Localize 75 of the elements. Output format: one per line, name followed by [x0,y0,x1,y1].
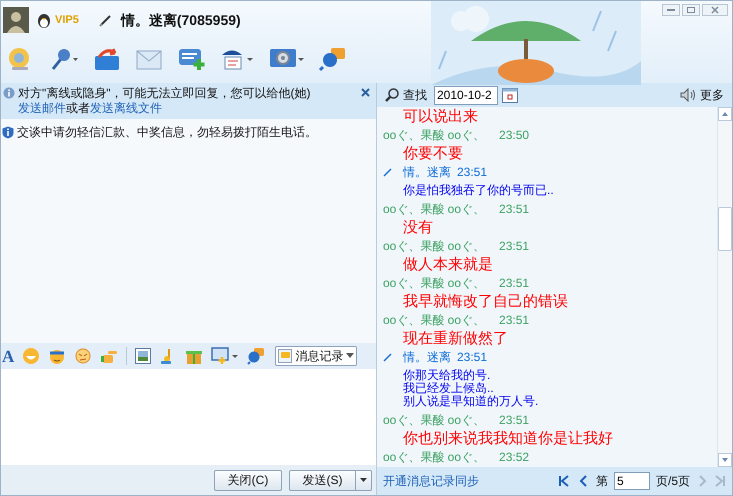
vip-label: VIP5 [55,12,79,28]
message-sender: ooぐ、果酸 ooぐ、 [383,412,486,429]
scroll-up-icon[interactable] [722,112,728,116]
message-text: 你也别来说我我知道你是让我好 [403,429,614,448]
message-text: 你那天给我的号. [403,369,492,382]
scroll-down-icon[interactable] [722,458,728,462]
message-sender: ooぐ、果酸 ooぐ、 [383,238,486,255]
page-number-field[interactable]: 5 [614,472,650,490]
calendar-icon[interactable] [502,87,518,103]
first-page-icon[interactable] [558,475,570,487]
speaker-icon[interactable] [680,88,696,102]
note-icon [278,349,292,363]
message-time: 23:51 [499,312,530,329]
search-label: 查找 [403,87,427,104]
contact-name: 情。迷离(7085959) [120,10,241,30]
message-text: 你是怕我独吞了你的号而已.. [403,184,555,197]
file-transfer-icon[interactable] [93,47,121,71]
message-history-button[interactable]: 消息记录 [275,346,358,366]
search-chat-icon[interactable] [247,347,266,365]
message-time: 23:51 [499,238,530,255]
message-input-field[interactable] [1,369,376,465]
pen-icon [98,13,113,27]
message-time: 23:50 [499,127,530,144]
message-text: 做人本来就是 [403,255,494,274]
message-time: 23:51 [499,275,530,292]
close-button[interactable] [702,4,728,16]
close-icon[interactable] [361,88,370,97]
font-button[interactable]: A [2,348,14,364]
offline-notice: 对方"离线或隐身"，可能无法立即回复，您可以给他(她) 发送邮件或者发送离线文件 [18,86,312,116]
pen-icon [383,167,393,177]
date-field[interactable]: 2010-10-2 [434,86,498,104]
avatar-icon [3,7,29,33]
message-sender: 情。迷离 [403,164,451,181]
message-time: 23:51 [499,201,530,218]
message-time: 23:51 [457,164,488,181]
safety-warning: 交谈中请勿轻信汇款、中奖信息，勿轻易拨打陌生电话。 [17,124,317,141]
caret-icon [360,478,367,482]
maximize-button[interactable] [682,4,700,16]
message-text: 现在重新做然了 [403,329,509,348]
message-sender: 情。迷离 [403,349,451,366]
message-time: 23:52 [499,449,530,466]
message-sender: ooぐ、果酸 ooぐ、 [383,127,486,144]
search-chat-icon[interactable] [319,47,347,71]
message-text: 别人说是早知道的万人号. [403,395,540,408]
screen-capture-icon[interactable] [211,347,240,365]
penguin-icon [37,12,51,28]
caret-icon [346,353,354,359]
message-time: 23:51 [457,349,488,366]
message-text: 可以说出来 [403,107,479,126]
message-time: 23:51 [499,412,530,429]
page-total: 页/5页 [656,473,690,490]
message-text: 我已经发上候岛.. [403,382,495,395]
page-prefix: 第 [596,473,608,490]
notice-link[interactable]: 发送离线文件 [90,101,162,115]
message-sender: ooぐ、果酸 ooぐ、 [383,201,486,218]
scrollbar[interactable] [717,107,732,467]
notice-link[interactable]: 发送邮件 [18,101,66,115]
add-message-icon[interactable] [177,47,205,71]
message-sender: ooぐ、果酸 ooぐ、 [383,449,486,466]
pen-icon [383,352,393,362]
image-icon[interactable] [135,348,152,364]
search-icon[interactable] [385,88,399,102]
sync-history-link[interactable]: 开通消息记录同步 [383,472,479,490]
close-chat-button[interactable]: 关闭(C) [214,470,282,490]
minimize-button[interactable] [662,4,680,16]
scrollbar-thumb[interactable] [718,207,732,251]
message-text: 我早就悔改了自己的错误 [403,292,569,311]
message-sender: ooぐ、果酸 ooぐ、 [383,275,486,292]
info-icon [3,87,15,99]
more-link[interactable]: 更多 [700,86,724,104]
close-icon [711,6,719,14]
send-button[interactable]: 发送(S) [289,470,372,490]
message-text: 没有 [403,218,434,237]
message-text: 你要不要 [403,144,464,163]
message-sender: ooぐ、果酸 ooぐ、 [383,312,486,329]
